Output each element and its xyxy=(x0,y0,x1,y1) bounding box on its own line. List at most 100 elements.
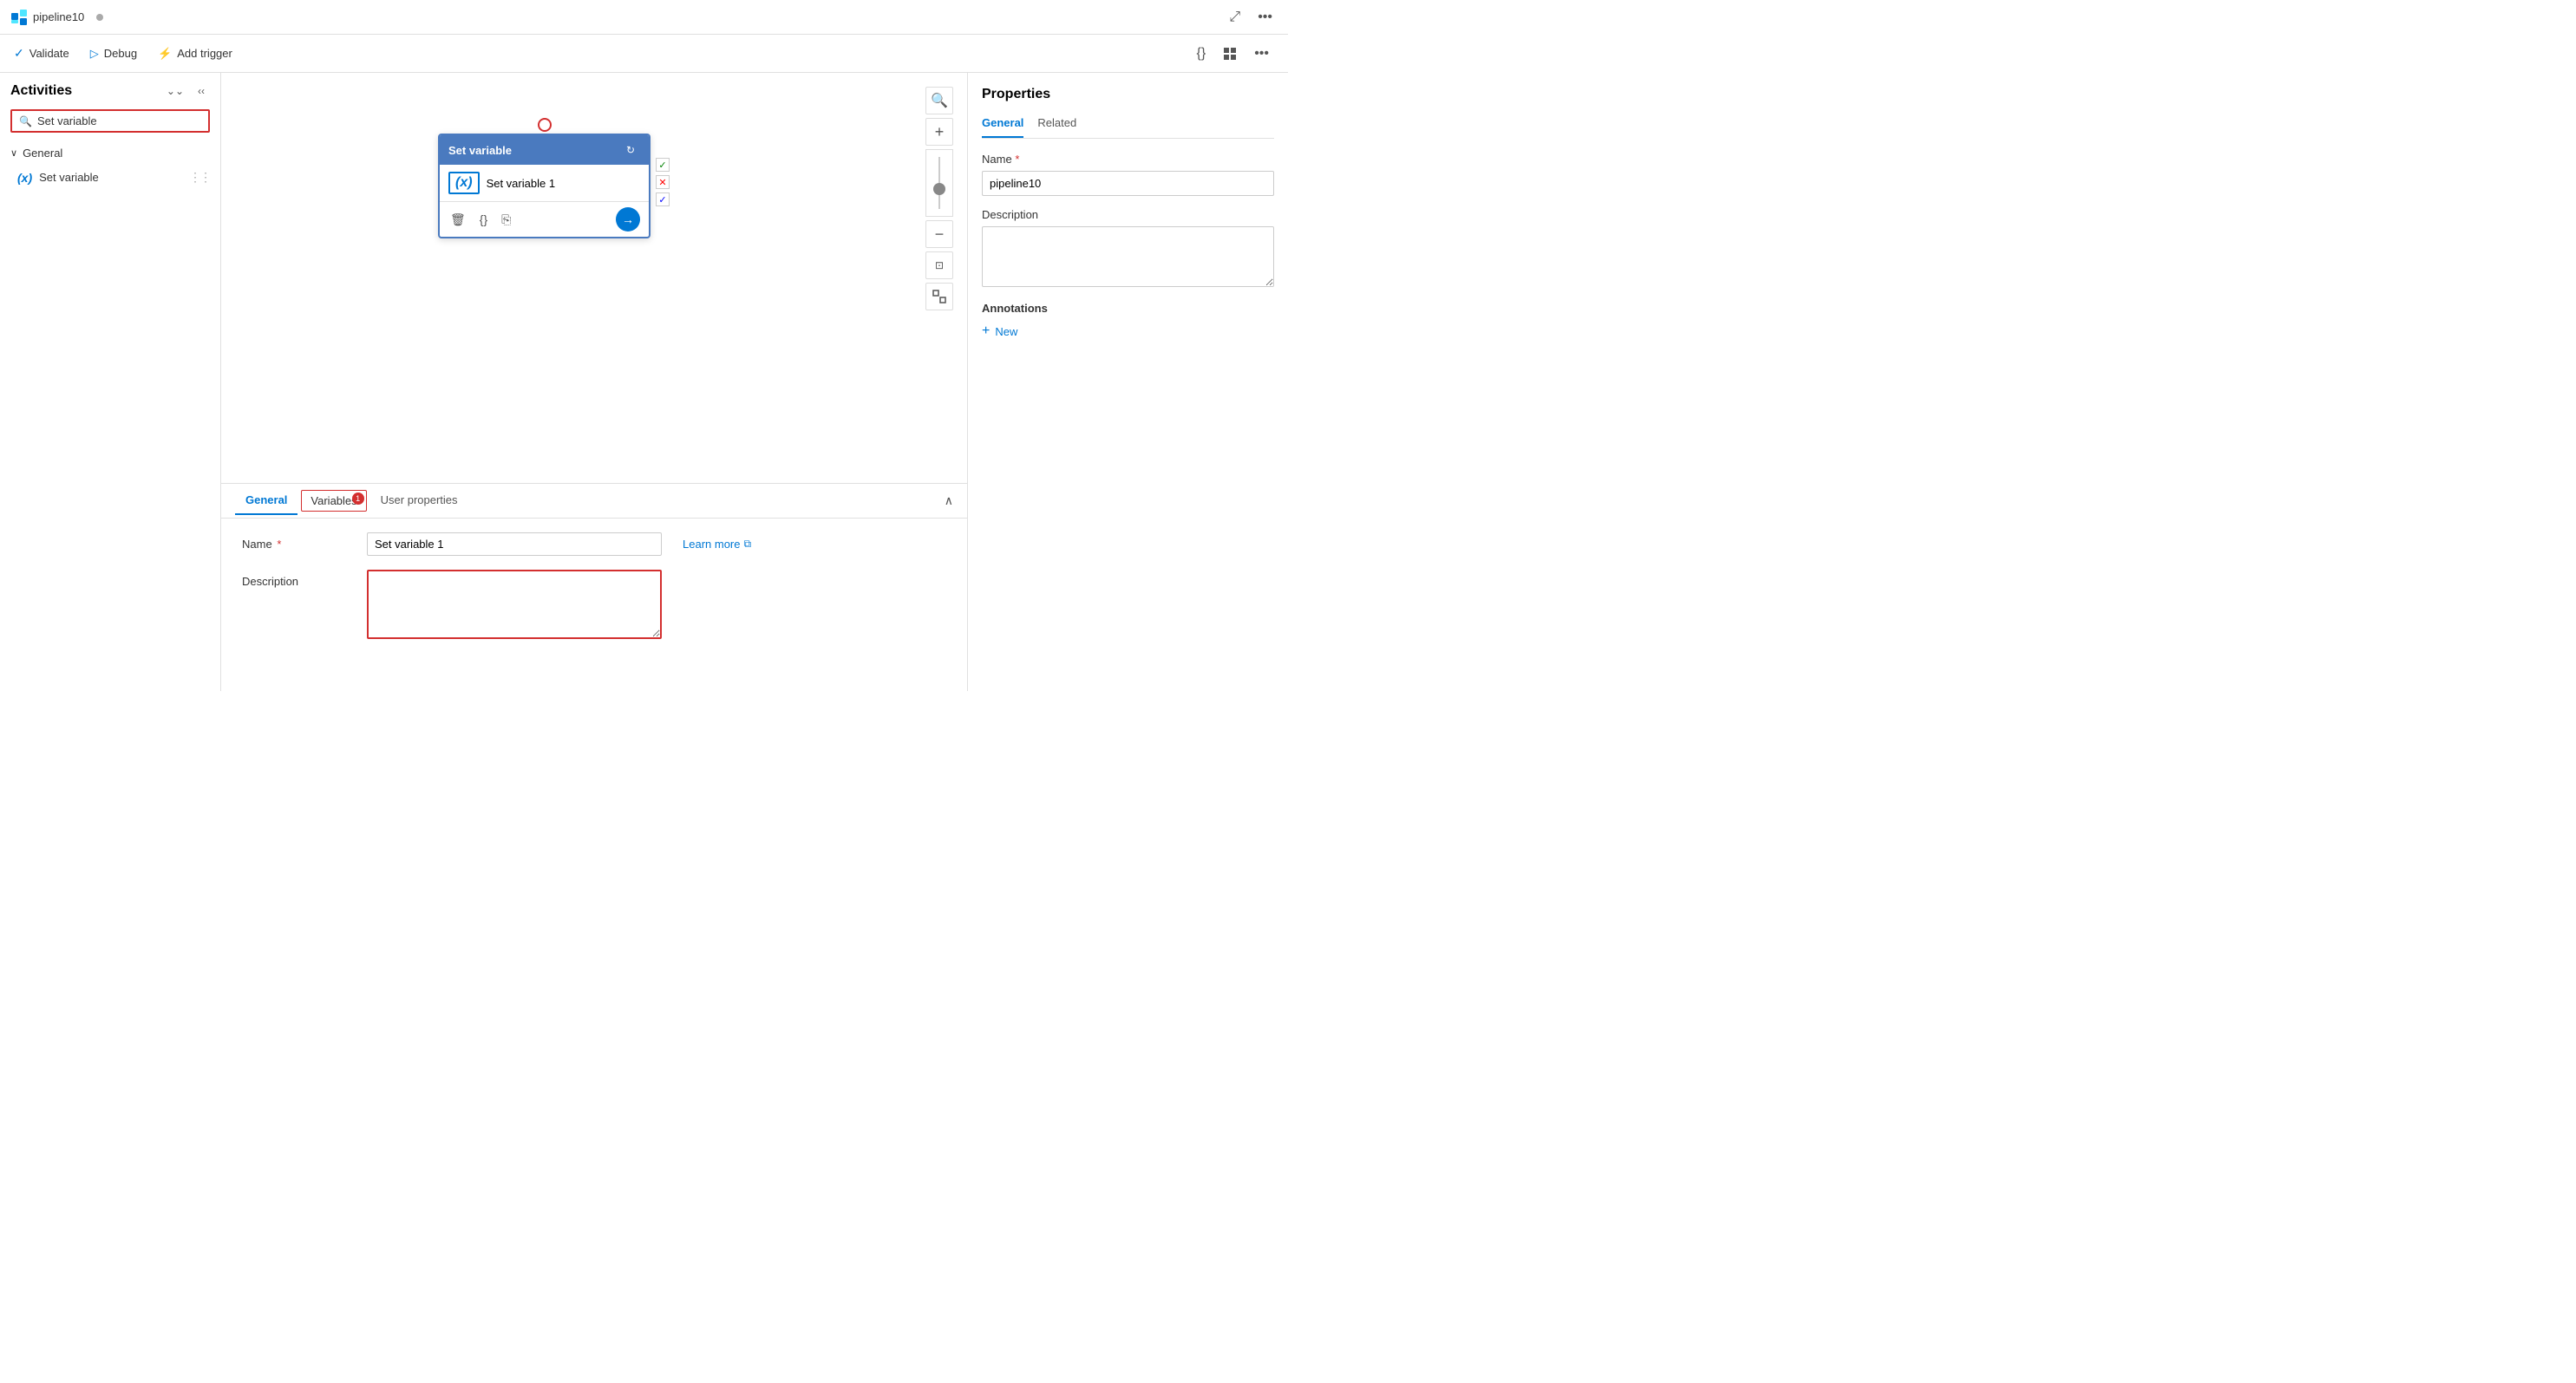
set-variable-label: Set variable xyxy=(39,171,99,184)
canvas[interactable]: 🔍 + − ⊡ xyxy=(221,73,967,483)
bottom-form: Name * Learn more ⧉ Description xyxy=(221,519,967,653)
node-actions: 🗑 {} ⎘ → xyxy=(440,201,649,237)
bottom-tabs: General Variables 1 User properties ∧ xyxy=(221,484,967,519)
node-next-button[interactable]: → xyxy=(616,207,640,232)
validate-label: Validate xyxy=(29,47,69,60)
description-label: Description xyxy=(242,570,346,588)
debug-label: Debug xyxy=(104,47,137,60)
zoom-track xyxy=(938,157,940,209)
general-section-chevron: ∨ xyxy=(10,147,17,159)
node-delete-button[interactable]: 🗑 xyxy=(448,211,467,229)
tab-user-properties[interactable]: User properties xyxy=(370,486,468,515)
app-logo: pipeline10 xyxy=(10,9,84,26)
search-input[interactable] xyxy=(37,114,201,127)
new-annotation-button[interactable]: + New xyxy=(982,323,1017,339)
zoom-thumb xyxy=(933,183,945,195)
activities-title: Activities xyxy=(10,83,72,99)
right-panel: Properties General Related Name * Descri… xyxy=(967,73,1288,691)
node-body-icon: (x) xyxy=(448,172,480,194)
plus-icon: + xyxy=(982,323,990,339)
node-body-label: Set variable 1 xyxy=(487,177,556,190)
status-skip-icon: ✓ xyxy=(656,192,670,206)
tab-variables[interactable]: Variables 1 xyxy=(301,490,366,512)
canvas-search-button[interactable]: 🔍 xyxy=(925,87,953,114)
unsaved-indicator xyxy=(96,14,103,21)
main-layout: Activities ⌄⌄ ‹‹ 🔍 ∨ General (x) Set var… xyxy=(0,73,1288,691)
tab-general-label: General xyxy=(245,493,287,506)
node-header: Set variable ↻ xyxy=(440,135,649,165)
expand-icon[interactable]: ⤢ xyxy=(1224,6,1246,29)
debug-button[interactable]: ▷ Debug xyxy=(90,43,137,64)
node-copy-button[interactable]: ⎘ xyxy=(500,211,513,229)
right-description-textarea[interactable] xyxy=(982,226,1274,287)
toolbar: ✓ Validate ▷ Debug ⚡ Add trigger {} ••• xyxy=(0,35,1288,73)
node-card: Set variable ↻ (x) Set variable 1 🗑 {} ⎘… xyxy=(438,134,651,238)
general-section-label: General xyxy=(23,147,62,160)
canvas-fit-button[interactable]: ⊡ xyxy=(925,251,953,279)
learn-more-link[interactable]: Learn more ⧉ xyxy=(683,532,751,551)
pipeline-title: pipeline10 xyxy=(33,10,84,23)
canvas-zoom-out-button[interactable]: − xyxy=(925,220,953,248)
node-code-button[interactable]: {} xyxy=(478,211,489,228)
collapse-down-icon[interactable]: ⌄⌄ xyxy=(161,82,189,101)
add-trigger-button[interactable]: ⚡ Add trigger xyxy=(158,43,232,64)
debug-play-icon: ▷ xyxy=(90,47,99,61)
grid-view-icon[interactable] xyxy=(1218,43,1242,64)
description-textarea[interactable] xyxy=(367,570,662,639)
search-box: 🔍 xyxy=(10,109,210,133)
trigger-icon: ⚡ xyxy=(158,47,172,61)
right-panel-tabs: General Related xyxy=(982,116,1274,139)
name-required-marker: * xyxy=(277,538,281,551)
topbar-actions: ⤢ ••• xyxy=(1224,6,1278,29)
drag-handle-icon: ⋮⋮ xyxy=(189,170,210,185)
external-link-icon: ⧉ xyxy=(743,538,751,551)
node-header-label: Set variable xyxy=(448,144,512,157)
validate-check-icon: ✓ xyxy=(14,46,24,61)
search-icon: 🔍 xyxy=(19,115,32,127)
toolbar-right: {} ••• xyxy=(1192,42,1275,65)
add-trigger-label: Add trigger xyxy=(177,47,232,60)
validate-button[interactable]: ✓ Validate xyxy=(14,42,69,64)
tab-general[interactable]: General xyxy=(235,486,297,515)
variables-badge: 1 xyxy=(352,493,364,505)
properties-title: Properties xyxy=(982,87,1274,102)
name-input[interactable] xyxy=(367,532,662,556)
activity-item-left: (x) Set variable xyxy=(17,171,99,185)
node-body: (x) Set variable 1 xyxy=(440,165,649,201)
panel-header-icons: ⌄⌄ ‹‹ xyxy=(161,82,210,101)
right-tab-related[interactable]: Related xyxy=(1037,116,1076,138)
collapse-bottom-panel-button[interactable]: ∧ xyxy=(945,493,953,508)
center-area: 🔍 + − ⊡ xyxy=(221,73,967,691)
tab-variables-label: Variables xyxy=(311,494,356,507)
right-name-input[interactable] xyxy=(982,171,1274,196)
node-status-icons: ✓ ✕ ✓ xyxy=(656,158,670,206)
annotations-header: Annotations xyxy=(982,302,1274,315)
set-variable-icon: (x) xyxy=(17,171,32,185)
tab-user-properties-label: User properties xyxy=(381,493,458,506)
code-view-icon[interactable]: {} xyxy=(1192,42,1212,65)
learn-more-label: Learn more xyxy=(683,538,740,551)
status-error-icon: ✕ xyxy=(656,175,670,189)
new-annotation-label: New xyxy=(995,325,1017,338)
zoom-slider[interactable] xyxy=(925,149,953,217)
name-form-row: Name * Learn more ⧉ xyxy=(242,532,946,556)
canvas-zoom-in-button[interactable]: + xyxy=(925,118,953,146)
logo-icon xyxy=(10,9,28,26)
more-options-icon[interactable]: ••• xyxy=(1252,6,1278,29)
right-name-label: Name * xyxy=(982,153,1274,166)
right-description-label: Description xyxy=(982,208,1274,221)
right-tab-general[interactable]: General xyxy=(982,116,1023,138)
node-connector-top xyxy=(538,118,552,132)
general-section-header[interactable]: ∨ General xyxy=(0,141,220,165)
activity-node[interactable]: Set variable ↻ (x) Set variable 1 🗑 {} ⎘… xyxy=(438,134,651,238)
name-label: Name * xyxy=(242,532,346,551)
top-bar: pipeline10 ⤢ ••• xyxy=(0,0,1288,35)
collapse-left-icon[interactable]: ‹‹ xyxy=(193,82,210,101)
bottom-panel: General Variables 1 User properties ∧ Na… xyxy=(221,483,967,691)
set-variable-activity-item[interactable]: (x) Set variable ⋮⋮ xyxy=(0,165,220,190)
canvas-auto-layout-button[interactable] xyxy=(925,283,953,310)
node-rotate-icon[interactable]: ↻ xyxy=(621,140,640,160)
panel-header: Activities ⌄⌄ ‹‹ xyxy=(0,73,220,109)
right-name-required: * xyxy=(1015,153,1019,166)
toolbar-more-icon[interactable]: ••• xyxy=(1249,42,1274,65)
